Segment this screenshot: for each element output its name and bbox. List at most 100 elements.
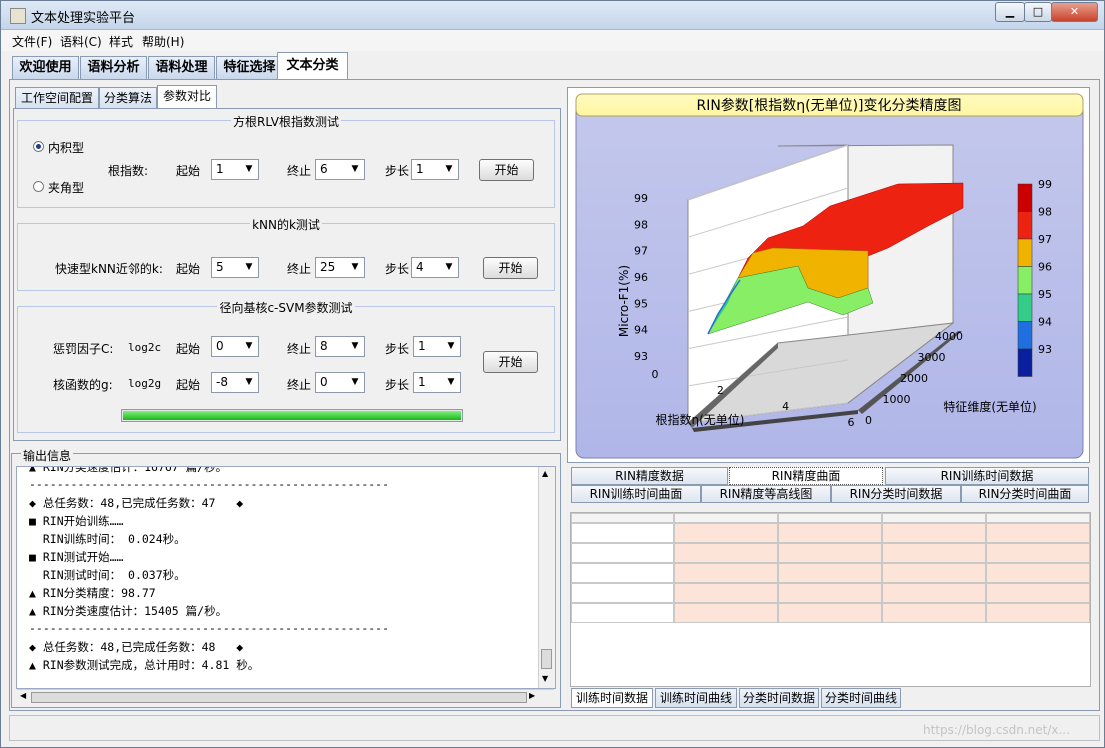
table-cell[interactable] — [674, 523, 778, 543]
z-tick-label: 94 — [634, 324, 648, 337]
table-cell[interactable] — [986, 603, 1090, 623]
table-cell[interactable] — [986, 523, 1090, 543]
table-cell[interactable] — [778, 603, 882, 623]
output-line: ----------------------------------------… — [29, 621, 390, 635]
y-tick-label: 1000 — [883, 393, 911, 406]
table-cell[interactable] — [986, 543, 1090, 563]
c-step-select[interactable]: 1 ▼ — [413, 336, 461, 357]
knn-k-test-group: kNN的k测试 — [17, 218, 555, 291]
table-cell[interactable] — [882, 603, 986, 623]
tab-parameter-compare[interactable]: 参数对比 — [157, 85, 217, 108]
tab-text-classification[interactable]: 文本分类 — [277, 52, 348, 79]
scroll-right-icon[interactable]: ▶ — [529, 691, 535, 700]
angle-radio[interactable] — [33, 181, 44, 192]
table-header-cell[interactable] — [571, 513, 674, 523]
tab-rin-train-time-surface[interactable]: RIN训练时间曲面 — [571, 485, 701, 503]
output-line: ▲ RIN分类速度估计：15405 篇/秒。 — [29, 604, 228, 618]
tab-train-time-data[interactable]: 训练时间数据 — [571, 688, 653, 708]
tab-corpus-analysis[interactable]: 语料分析 — [80, 56, 147, 79]
g-step-select[interactable]: 1 ▼ — [413, 372, 461, 393]
table-cell[interactable] — [882, 563, 986, 583]
output-line: ▲ RIN参数测试完成，总计用时：4.81 秒。 — [29, 658, 260, 672]
tab-rin-classify-time-surface[interactable]: RIN分类时间曲面 — [961, 485, 1089, 503]
colorbar-swatch — [1017, 266, 1033, 295]
table-cell[interactable] — [674, 583, 778, 603]
table-cell[interactable] — [674, 563, 778, 583]
tab-rin-classify-time-data[interactable]: RIN分类时间数据 — [831, 485, 961, 503]
scroll-up-icon[interactable]: ▲ — [542, 469, 548, 478]
tab-workspace-config[interactable]: 工作空间配置 — [15, 87, 99, 108]
knn-step-select[interactable]: 4 ▼ — [411, 257, 459, 278]
tab-corpus-processing[interactable]: 语料处理 — [148, 56, 215, 79]
menu-help[interactable]: 帮助(H) — [142, 33, 184, 50]
table-cell[interactable] — [778, 563, 882, 583]
table-header-cell[interactable] — [986, 513, 1090, 523]
table-cell[interactable] — [571, 603, 674, 623]
g-end-select[interactable]: 0 ▼ — [315, 372, 365, 393]
c-start-select[interactable]: 0 ▼ — [211, 336, 259, 357]
colorbar-swatch — [1017, 211, 1033, 240]
inner-product-radio[interactable] — [33, 141, 44, 152]
table-cell[interactable] — [986, 583, 1090, 603]
scroll-down-icon[interactable]: ▼ — [542, 674, 548, 683]
scroll-thumb[interactable] — [31, 692, 527, 703]
tab-classification-algorithm[interactable]: 分类算法 — [99, 87, 157, 108]
table-cell[interactable] — [778, 523, 882, 543]
table-cell[interactable] — [882, 523, 986, 543]
tab-rin-accuracy-surface[interactable]: RIN精度曲面 — [729, 467, 883, 485]
main-tab-strip: 欢迎使用 语料分析 语料处理 特征选择 文本分类 — [9, 52, 1100, 79]
table-cell[interactable] — [778, 543, 882, 563]
tab-classify-time-curve[interactable]: 分类时间曲线 — [821, 688, 901, 708]
start-label: 起始 — [176, 262, 201, 276]
table-cell[interactable] — [986, 563, 1090, 583]
horizontal-scrollbar[interactable]: ◀ ▶ — [17, 689, 554, 705]
select-value: 1 — [216, 162, 224, 176]
knn-start-button[interactable]: 开始 — [483, 257, 538, 279]
scroll-left-icon[interactable]: ◀ — [20, 691, 26, 700]
menu-file[interactable]: 文件(F) — [12, 33, 52, 50]
knn-end-select[interactable]: 25 ▼ — [315, 257, 365, 278]
y-tick-label: 3000 — [918, 351, 946, 364]
knn-start-select[interactable]: 5 ▼ — [211, 257, 259, 278]
tab-feature-selection[interactable]: 特征选择 — [216, 56, 283, 79]
inner-product-label: 内积型 — [48, 141, 85, 155]
vertical-scrollbar[interactable]: ▲ ▼ — [538, 467, 555, 688]
menu-style[interactable]: 样式 — [109, 33, 133, 50]
root-start-select[interactable]: 1 ▼ — [211, 159, 259, 180]
table-cell[interactable] — [674, 543, 778, 563]
svm-start-button[interactable]: 开始 — [483, 351, 538, 373]
tab-rin-train-time-data[interactable]: RIN训练时间数据 — [885, 467, 1089, 485]
table-cell[interactable] — [571, 523, 674, 543]
table-cell[interactable] — [571, 543, 674, 563]
menu-corpus[interactable]: 语料(C) — [60, 33, 102, 50]
table-header-cell[interactable] — [882, 513, 986, 523]
table-cell[interactable] — [882, 543, 986, 563]
tab-classify-time-data[interactable]: 分类时间数据 — [739, 688, 819, 708]
table-cell[interactable] — [778, 583, 882, 603]
log2g-label: log2g — [128, 377, 162, 390]
table-cell[interactable] — [571, 583, 674, 603]
minimize-button[interactable]: ▁ — [995, 2, 1025, 22]
table-header-cell[interactable] — [674, 513, 778, 523]
start-label: 起始 — [176, 378, 201, 392]
c-end-select[interactable]: 8 ▼ — [315, 336, 365, 357]
output-text-area[interactable]: ▲ RIN分类速度估计：16767 篇/秒。 -----------------… — [16, 466, 556, 689]
root-end-select[interactable]: 6 ▼ — [315, 159, 365, 180]
close-button[interactable]: ✕ — [1051, 2, 1098, 22]
tab-train-time-curve[interactable]: 训练时间曲线 — [655, 688, 737, 708]
maximize-button[interactable]: □ — [1024, 2, 1052, 22]
tab-welcome[interactable]: 欢迎使用 — [12, 56, 79, 79]
root-start-button[interactable]: 开始 — [479, 159, 534, 181]
chevron-down-icon: ▼ — [351, 262, 359, 272]
tab-rin-accuracy-data[interactable]: RIN精度数据 — [571, 467, 728, 485]
g-start-select[interactable]: -8 ▼ — [211, 372, 259, 393]
table-cell[interactable] — [882, 583, 986, 603]
colorbar-label: 99 — [1038, 178, 1052, 191]
chevron-down-icon: ▼ — [445, 164, 453, 174]
table-cell[interactable] — [571, 563, 674, 583]
table-cell[interactable] — [674, 603, 778, 623]
root-step-select[interactable]: 1 ▼ — [411, 159, 459, 180]
scroll-thumb[interactable] — [541, 649, 552, 669]
table-header-cell[interactable] — [778, 513, 882, 523]
tab-rin-accuracy-contour[interactable]: RIN精度等高线图 — [701, 485, 831, 503]
